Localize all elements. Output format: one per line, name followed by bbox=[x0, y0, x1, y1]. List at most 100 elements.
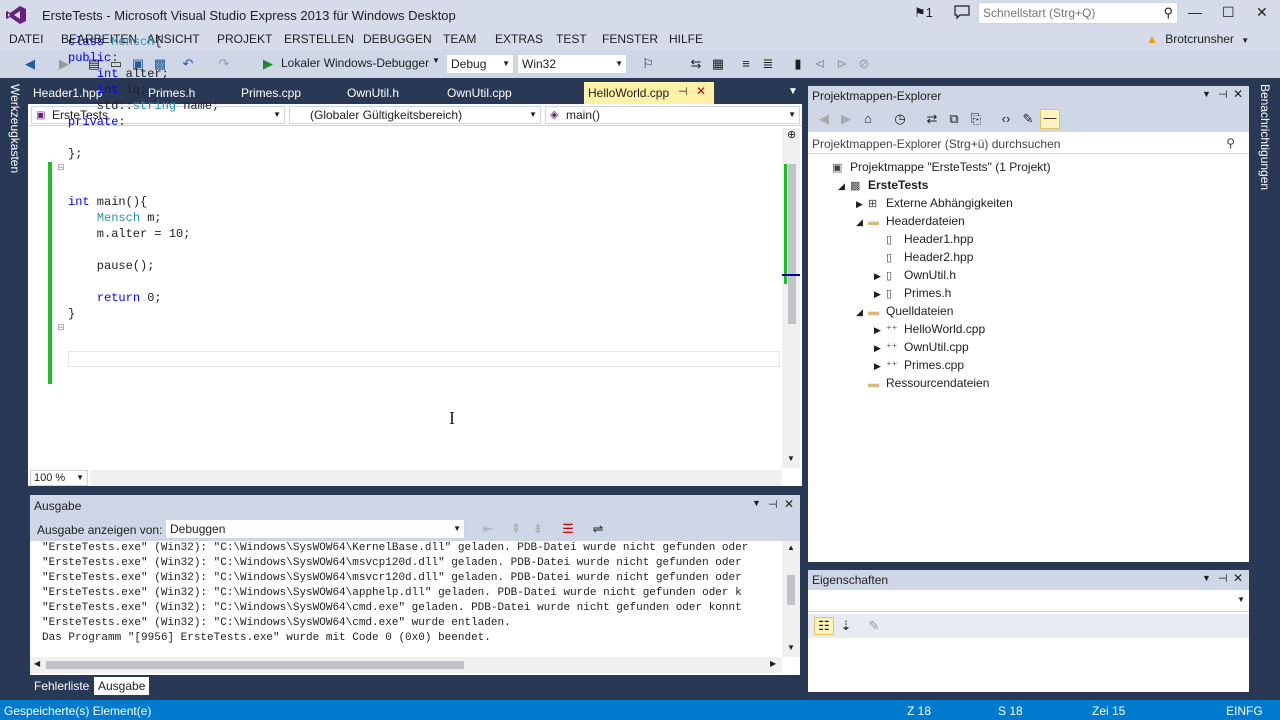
property-pages-icon[interactable]: ✎ bbox=[866, 618, 882, 634]
output-text[interactable]: "ErsteTests.exe" (Win32): "C:\Windows\Sy… bbox=[42, 541, 784, 646]
home-icon[interactable]: ⌂ bbox=[860, 111, 876, 127]
code-line[interactable]: int alter; bbox=[68, 66, 219, 82]
code-line[interactable] bbox=[68, 162, 219, 178]
quick-launch-input[interactable] bbox=[979, 3, 1149, 23]
prev-bookmark-icon[interactable]: ⊲ bbox=[812, 56, 828, 72]
zoom-select[interactable]: 100 % ▼ bbox=[30, 470, 88, 486]
go-to-message-icon[interactable]: ⇤ bbox=[480, 521, 496, 537]
tree-item[interactable]: ▯ Header1.hpp bbox=[874, 232, 973, 246]
code-line[interactable]: pause(); bbox=[68, 258, 219, 274]
next-message-icon[interactable]: ⇟ bbox=[530, 521, 546, 537]
tree-item[interactable]: ▶ ▯ OwnUtil.h bbox=[874, 268, 956, 282]
pending-changes-icon[interactable]: ◷ bbox=[892, 111, 908, 127]
preview-icon[interactable]: — bbox=[1040, 109, 1060, 129]
expand-toggle-icon[interactable]: ▶ bbox=[874, 289, 886, 300]
tree-item[interactable]: ▶ ▯ Primes.h bbox=[874, 286, 951, 300]
tree-item[interactable]: ▶ ⁺⁺ HelloWorld.cpp bbox=[874, 322, 985, 336]
expand-toggle-icon[interactable]: ▶ bbox=[856, 199, 868, 210]
dropdown-icon[interactable]: ▼ bbox=[1202, 573, 1211, 583]
tree-item[interactable]: ▬ Ressourcendateien bbox=[856, 376, 989, 390]
expand-toggle-icon[interactable]: ◢ bbox=[838, 181, 850, 192]
categorized-icon[interactable]: ☷ bbox=[814, 617, 834, 635]
menu-erstellen[interactable]: ERSTELLEN bbox=[284, 32, 354, 46]
menu-extras[interactable]: EXTRAS bbox=[495, 32, 543, 46]
user-account[interactable]: ▲ Brotcrunsher ▼ bbox=[1146, 32, 1249, 46]
chevron-down-icon[interactable]: ▼ bbox=[432, 56, 440, 65]
menu-hilfe[interactable]: HILFE bbox=[669, 32, 703, 46]
minimize-button[interactable]: — bbox=[1188, 4, 1202, 20]
expand-toggle-icon[interactable]: ▶ bbox=[874, 361, 886, 372]
code-line[interactable]: class Mensch{ bbox=[68, 34, 219, 50]
split-icon[interactable]: ⊕ bbox=[787, 128, 796, 141]
scroll-thumb[interactable] bbox=[787, 575, 795, 605]
dropdown-icon[interactable]: ▼ bbox=[752, 498, 761, 508]
collapse-icon[interactable]: ⊟ bbox=[57, 162, 65, 173]
clear-all-icon[interactable]: ☰ bbox=[560, 521, 576, 537]
outdent-icon[interactable]: ≡ bbox=[738, 56, 754, 72]
bookmark-icon[interactable]: ▮ bbox=[790, 56, 806, 72]
pin-icon[interactable]: ⊣ bbox=[1218, 572, 1228, 585]
tab-overflow-icon[interactable]: ▼ bbox=[788, 86, 798, 97]
tab-ownutil-cpp[interactable]: OwnUtil.cpp bbox=[447, 86, 512, 100]
previous-message-icon[interactable]: ⇞ bbox=[508, 521, 524, 537]
alphabetical-icon[interactable]: ⇣ bbox=[838, 618, 854, 634]
tree-item[interactable]: ▶ ⊞ Externe Abhängigkeiten bbox=[856, 196, 1013, 210]
feedback-icon[interactable] bbox=[954, 4, 970, 20]
tree-item[interactable]: ◢ ▬ Headerdateien bbox=[856, 214, 965, 228]
close-button[interactable]: ✕ bbox=[1256, 4, 1268, 21]
menu-test[interactable]: TEST bbox=[556, 32, 587, 46]
code-line[interactable]: m.alter = 10; bbox=[68, 226, 219, 242]
close-icon[interactable]: ✕ bbox=[784, 497, 794, 511]
expand-toggle-icon[interactable]: ◢ bbox=[856, 217, 868, 228]
menu-datei[interactable]: DATEI bbox=[9, 32, 43, 46]
scroll-right-icon[interactable]: ▶ bbox=[770, 659, 776, 668]
tab-primes-cpp[interactable]: Primes.cpp bbox=[241, 86, 301, 100]
expand-toggle-icon[interactable]: ▶ bbox=[874, 325, 886, 336]
comment-icon[interactable]: ▦ bbox=[710, 56, 726, 72]
output-horizontal-scrollbar[interactable]: ◀ ▶ bbox=[30, 657, 782, 673]
close-icon[interactable]: ✕ bbox=[696, 84, 706, 98]
menu-team[interactable]: TEAM bbox=[443, 32, 476, 46]
scroll-down-icon[interactable]: ▼ bbox=[787, 643, 795, 652]
pin-icon[interactable]: ⊣ bbox=[1218, 88, 1228, 101]
properties-icon[interactable]: ✎ bbox=[1020, 111, 1036, 127]
close-icon[interactable]: ✕ bbox=[1233, 87, 1243, 101]
code-line[interactable]: public: bbox=[68, 50, 219, 66]
code-line[interactable] bbox=[68, 130, 219, 146]
pin-icon[interactable]: ⊣ bbox=[678, 85, 688, 98]
editor-horizontal-scrollbar[interactable] bbox=[90, 470, 782, 486]
tab-ownutil-h[interactable]: OwnUtil.h bbox=[347, 86, 399, 100]
notifications-button[interactable]: ⚑1 bbox=[914, 5, 933, 21]
output-vertical-scrollbar[interactable]: ▲ ▼ bbox=[782, 541, 800, 657]
code-line[interactable]: return 0; bbox=[68, 290, 219, 306]
menu-debuggen[interactable]: DEBUGGEN bbox=[363, 32, 432, 46]
scroll-up-icon[interactable]: ▲ bbox=[787, 543, 795, 552]
code-line[interactable] bbox=[68, 274, 219, 290]
notifications-tab[interactable]: Benachrichtigungen bbox=[1258, 84, 1272, 190]
code-line[interactable]: } bbox=[68, 306, 219, 322]
code-line[interactable]: std::string name; bbox=[68, 98, 219, 114]
back-icon[interactable]: ◀ bbox=[22, 56, 38, 72]
member-dropdown[interactable]: ◈ main() ▼ bbox=[545, 106, 800, 124]
solution-explorer-search[interactable]: Projektmappen-Explorer (Strg+ü) durchsuc… bbox=[808, 134, 1249, 154]
tree-item[interactable]: ▶ ⁺⁺ Primes.cpp bbox=[874, 358, 964, 372]
scroll-left-icon[interactable]: ◀ bbox=[34, 659, 40, 668]
close-icon[interactable]: ✕ bbox=[1233, 571, 1243, 585]
expand-toggle-icon[interactable]: ◢ bbox=[856, 307, 868, 318]
menu-fenster[interactable]: FENSTER bbox=[602, 32, 658, 46]
sync-icon[interactable]: ⇄ bbox=[924, 111, 940, 127]
find-icon[interactable]: ⚐ bbox=[640, 56, 656, 72]
code-line[interactable]: private: bbox=[68, 114, 219, 130]
next-bookmark-icon[interactable]: ⊳ bbox=[834, 56, 850, 72]
tab-ausgabe[interactable]: Ausgabe bbox=[94, 677, 150, 695]
navigate-icon[interactable]: ⇆ bbox=[688, 56, 704, 72]
code-line[interactable]: int main(){ bbox=[68, 194, 219, 210]
pin-icon[interactable]: ⊣ bbox=[768, 498, 778, 511]
collapse-all-icon[interactable]: ⧉ bbox=[946, 111, 962, 127]
tree-item[interactable]: ▶ ⁺⁺ OwnUtil.cpp bbox=[874, 340, 969, 354]
tree-item[interactable]: ▯ Header2.hpp bbox=[874, 250, 973, 264]
output-source-select[interactable]: Debuggen ▼ bbox=[165, 519, 465, 539]
view-code-icon[interactable]: ‹› bbox=[998, 111, 1014, 127]
tree-item[interactable]: ◢ ▩ ErsteTests bbox=[838, 178, 928, 192]
tree-item[interactable]: ◢ ▬ Quelldateien bbox=[856, 304, 953, 318]
